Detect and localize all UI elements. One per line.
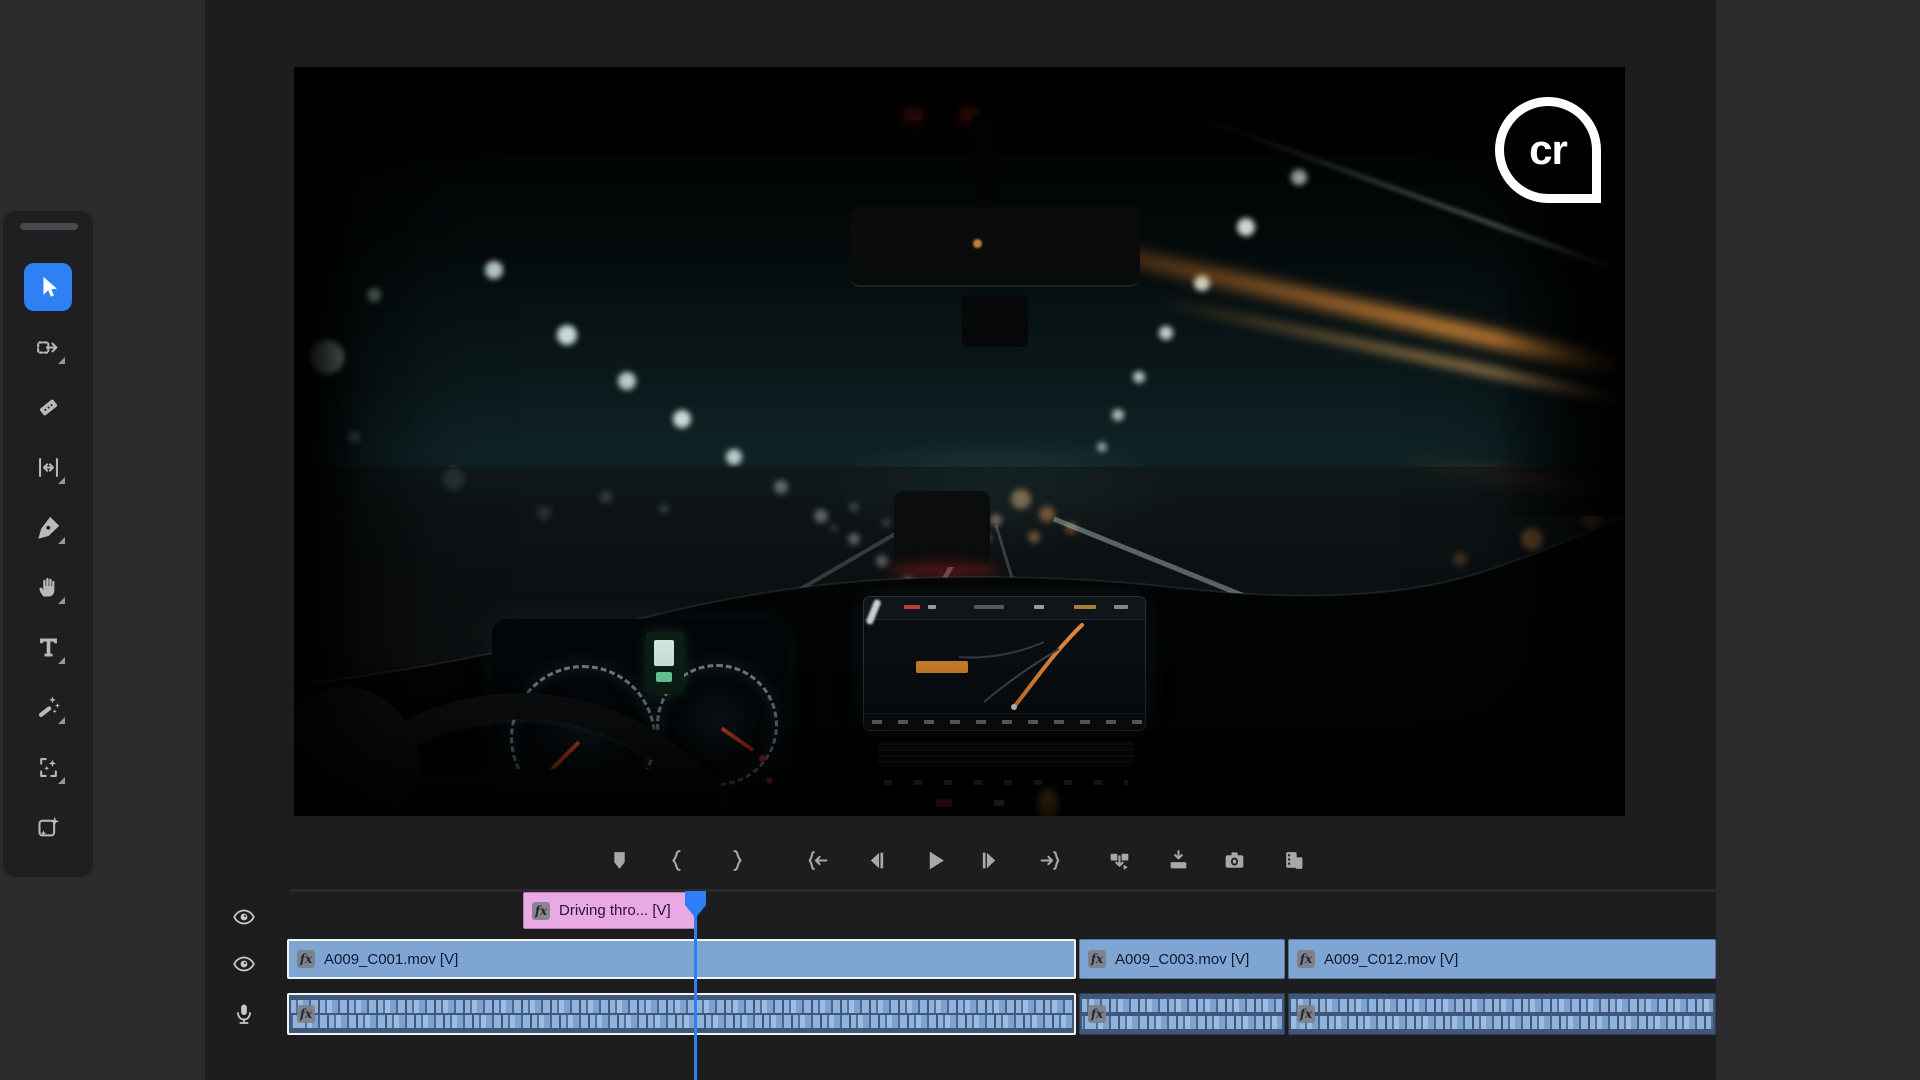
audio-waveform [291,1000,1072,1013]
audio-waveform [1291,1016,1713,1029]
pen-tool[interactable] [24,503,72,551]
step-forward-button[interactable] [971,842,1007,878]
fx-badge: fx [297,950,315,968]
timeline-clip-video[interactable]: fx A009_C001.mov [V] [287,939,1076,979]
playhead-line[interactable] [694,891,697,1080]
selection-tool[interactable] [24,263,72,311]
fx-badge: fx [1297,950,1315,968]
timeline-clip-audio[interactable]: fx [1079,993,1285,1035]
audio-waveform [1082,999,1282,1012]
vignette [294,67,1625,816]
track-a1-mic-toggle[interactable] [232,1002,256,1026]
timeline-clip-audio[interactable]: fx [1288,993,1716,1035]
export-media-button[interactable] [1275,842,1311,878]
play-button[interactable] [917,842,953,878]
generative-extend-tool[interactable] [24,743,72,791]
fx-badge: fx [1297,1005,1315,1023]
audio-waveform [291,1015,1072,1028]
mark-out-button[interactable] [718,842,754,878]
track-v1-visibility-toggle[interactable] [232,952,256,976]
hand-tool[interactable] [24,563,72,611]
overwrite-button[interactable] [1160,842,1196,878]
razor-tool[interactable] [24,383,72,431]
magic-wand-tool[interactable] [24,683,72,731]
timeline-clip-audio[interactable]: fx [287,993,1076,1035]
step-back-button[interactable] [858,842,894,878]
desktop: { "logo": { "text": "cr" }, "colors": { … [0,0,1920,1080]
clip-label: A009_C012.mov [V] [1324,951,1458,968]
drag-handle[interactable] [20,223,78,230]
tool-rail [3,211,93,877]
timeline-clip-overlay[interactable]: fx Driving thro... [V] [523,892,695,929]
track-v2-visibility-toggle[interactable] [232,905,256,929]
fx-badge: fx [532,902,550,920]
export-frame-button[interactable] [1216,842,1252,878]
timeline-clip-video[interactable]: fx A009_C012.mov [V] [1288,939,1716,979]
mark-in-button[interactable] [659,842,695,878]
slip-tool[interactable] [24,443,72,491]
timeline-clip-video[interactable]: fx A009_C003.mov [V] [1079,939,1285,979]
go-to-in-button[interactable] [799,842,835,878]
go-to-out-button[interactable] [1032,842,1068,878]
fx-badge: fx [1088,950,1106,968]
clip-label: A009_C003.mov [V] [1115,951,1249,968]
audio-waveform [1082,1016,1282,1029]
cr-watermark-logo: cr [1495,97,1601,203]
video-preview: cr [294,67,1625,816]
editor-canvas: cr fx Dr [205,0,1716,1080]
track-select-forward-tool[interactable] [24,323,72,371]
clip-label: Driving thro... [V] [559,902,671,919]
clip-label: A009_C001.mov [V] [324,951,458,968]
type-tool[interactable] [24,623,72,671]
ai-clip-tool[interactable] [24,803,72,851]
add-marker-button[interactable] [601,842,637,878]
fx-badge: fx [1088,1005,1106,1023]
audio-waveform [1291,999,1713,1012]
track-v2-strip [290,889,1716,892]
fx-badge: fx [297,1005,315,1023]
insert-button[interactable] [1101,842,1137,878]
